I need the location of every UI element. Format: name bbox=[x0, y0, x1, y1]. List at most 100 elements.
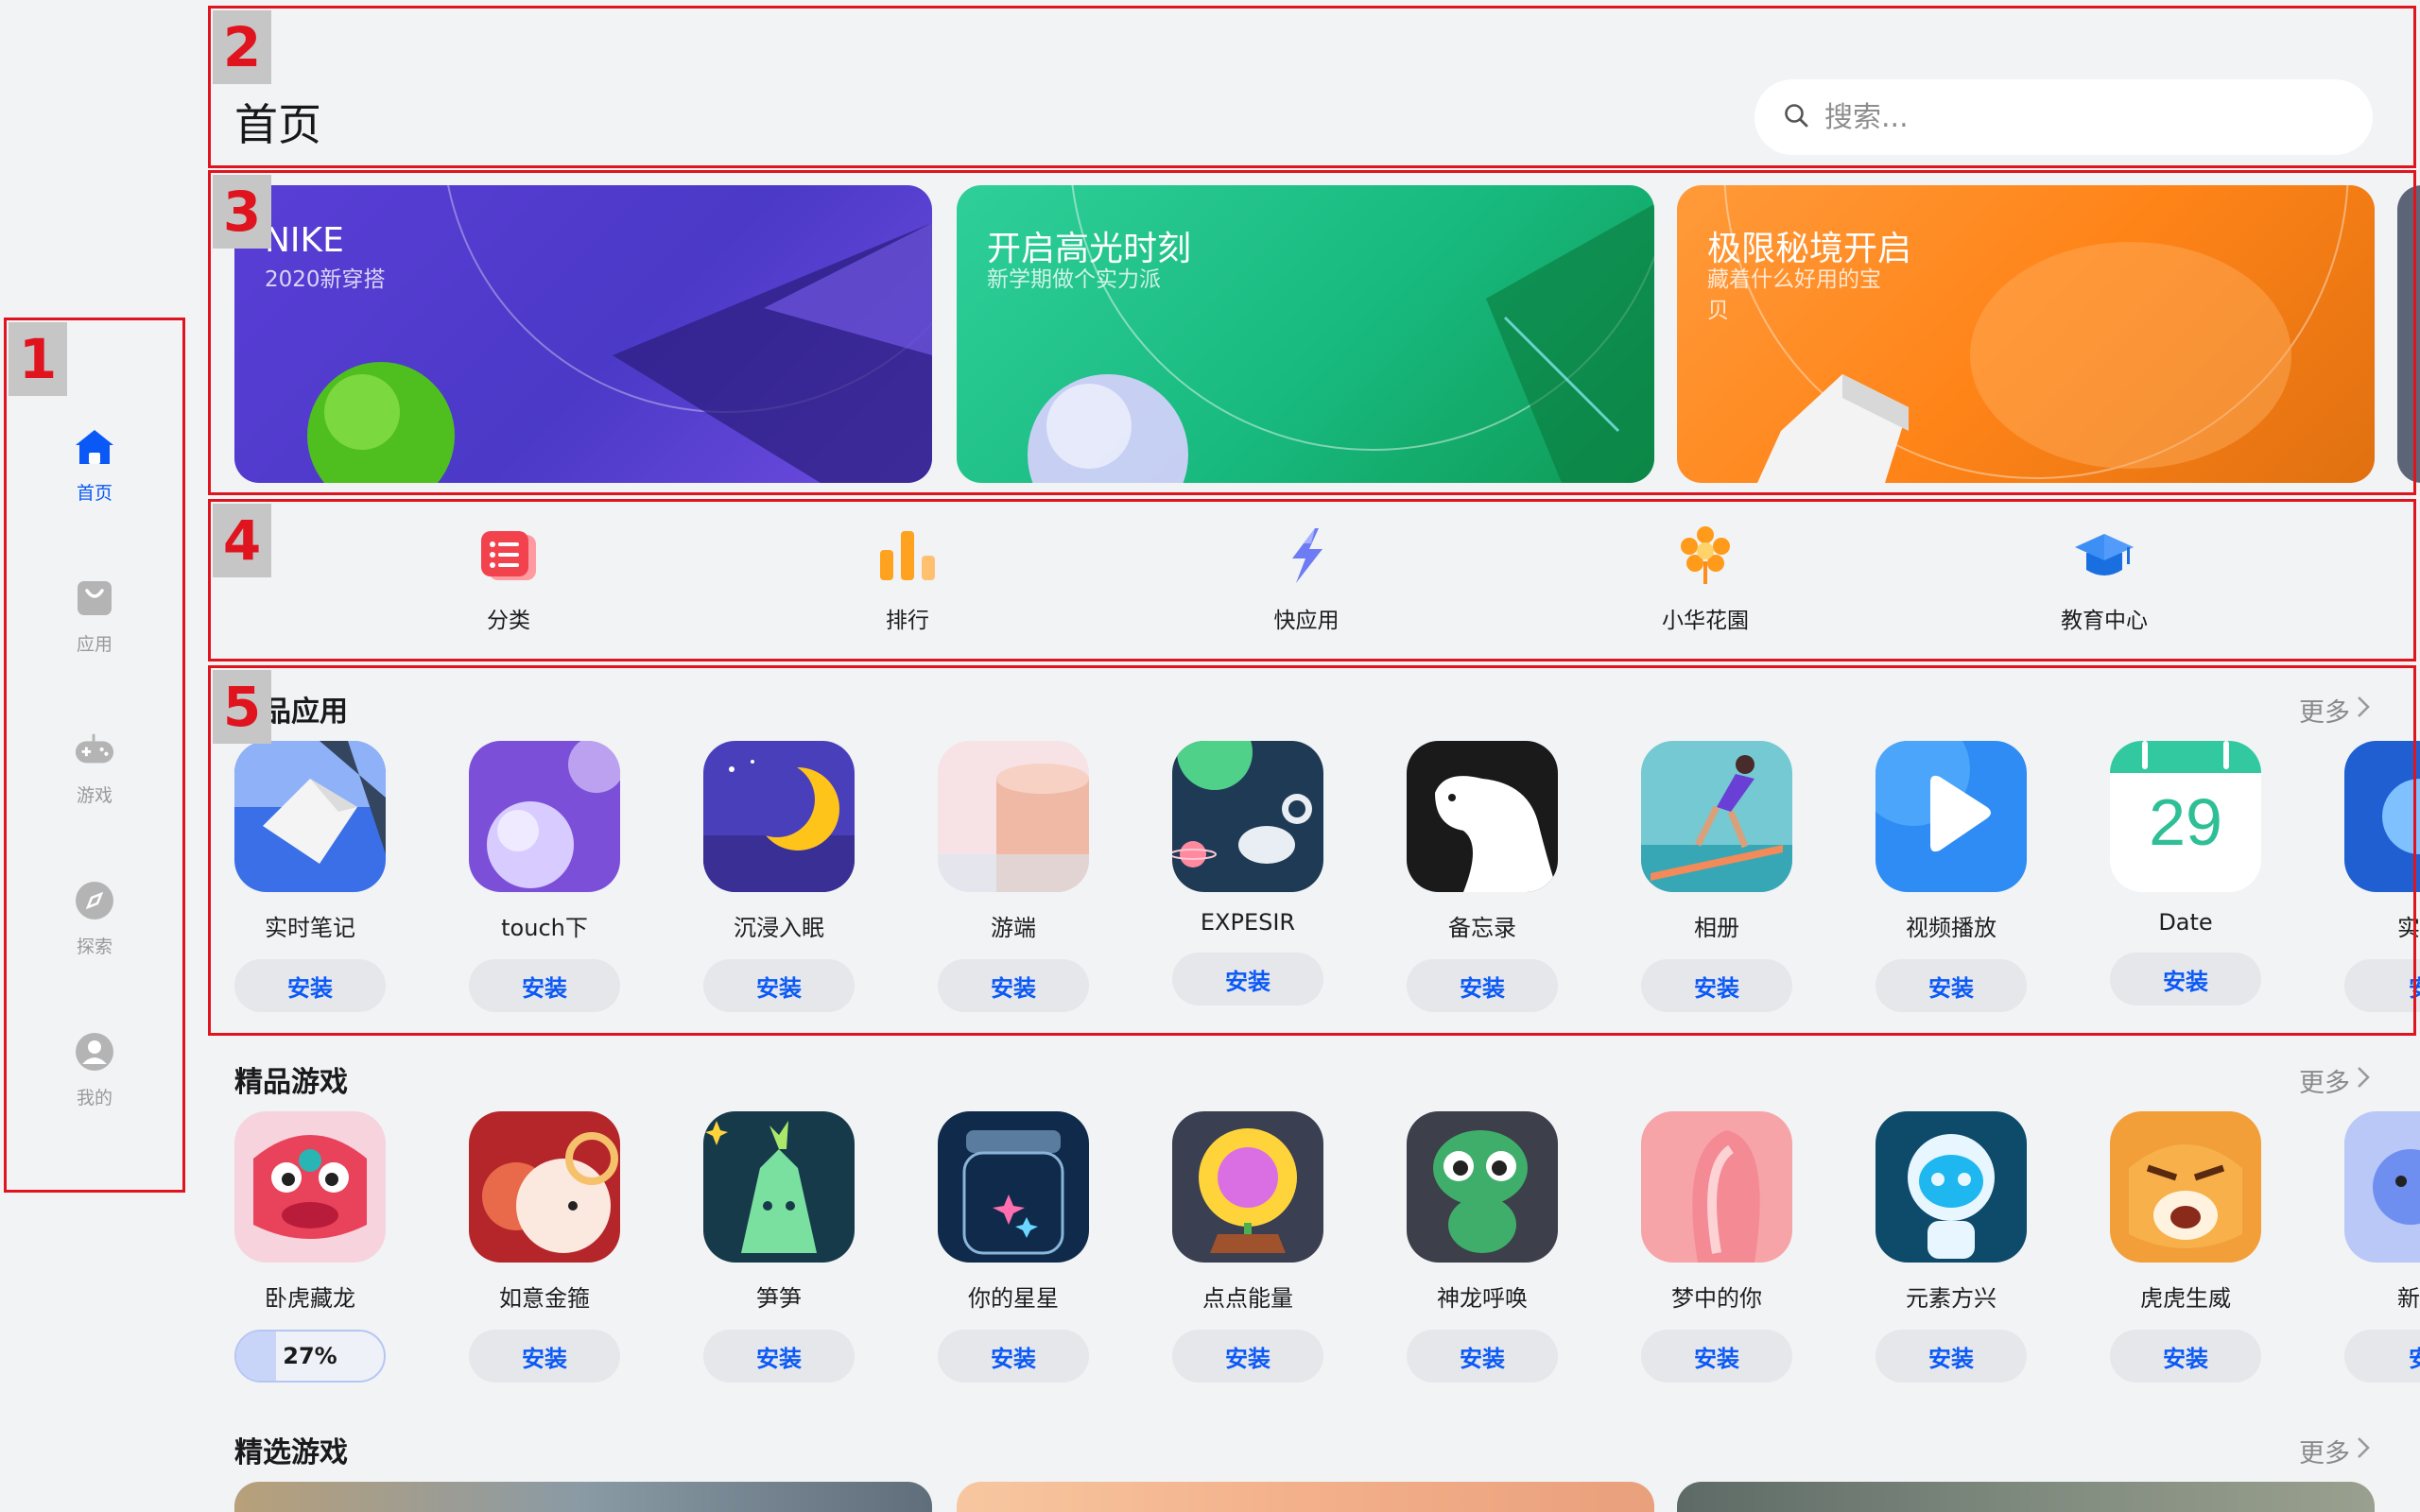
page-title: 首页 bbox=[234, 99, 321, 150]
install-button[interactable]: 安装 bbox=[1876, 1330, 2027, 1383]
install-button[interactable]: 安装 bbox=[469, 959, 620, 1012]
game-item: 神龙呼唤 安装 bbox=[1402, 1111, 1563, 1383]
note-app-icon[interactable] bbox=[234, 741, 386, 892]
sidebar-item-label: 游戏 bbox=[76, 784, 112, 806]
dream-game-icon[interactable] bbox=[1641, 1111, 1792, 1263]
game-item: 虎虎生威 安装 bbox=[2105, 1111, 2266, 1383]
sidebar-item-explore[interactable]: 探索 bbox=[9, 862, 180, 975]
app-name: Date bbox=[2158, 909, 2213, 936]
more-link-featured-apps[interactable]: 更多 bbox=[2299, 692, 2371, 729]
install-button[interactable]: 安装 bbox=[1641, 1330, 1792, 1383]
search-bar[interactable] bbox=[1754, 79, 2373, 155]
install-button[interactable]: 安装 bbox=[1407, 1330, 1558, 1383]
sidebar-item-games[interactable]: 游戏 bbox=[9, 711, 180, 824]
install-button[interactable]: 安装 bbox=[1876, 959, 2027, 1012]
game-item: 如意金箍 安装 bbox=[464, 1111, 625, 1383]
install-button[interactable]: 安装 bbox=[938, 959, 1089, 1012]
quick-entry-garden[interactable]: 小华花園 bbox=[1601, 524, 1809, 647]
astronaut-app-icon[interactable] bbox=[1172, 741, 1323, 892]
bag-icon bbox=[74, 577, 115, 619]
sunflower-game-icon[interactable] bbox=[1172, 1111, 1323, 1263]
video-play-app-icon[interactable] bbox=[1876, 741, 2027, 892]
game-item: 点点能量 安装 bbox=[1167, 1111, 1328, 1383]
star-jar-game-icon[interactable] bbox=[938, 1111, 1089, 1263]
app-item: 相册 安装 bbox=[1636, 741, 1797, 1012]
search-input[interactable] bbox=[1824, 100, 2316, 134]
home-icon bbox=[74, 426, 115, 468]
install-button[interactable]: 安 bbox=[2344, 959, 2420, 1012]
game-item: 卧虎藏龙 27% bbox=[230, 1111, 390, 1383]
sidebar-item-label: 探索 bbox=[76, 936, 112, 957]
more-link-featured-games[interactable]: 更多 bbox=[2299, 1062, 2371, 1099]
selected-game-card[interactable] bbox=[1677, 1482, 2375, 1512]
install-button[interactable]: 安装 bbox=[469, 1330, 620, 1383]
annotation-number: 2 bbox=[213, 10, 271, 84]
game-item: 笋笋 安装 bbox=[699, 1111, 859, 1383]
quick-entry-quick-apps[interactable]: 快应用 bbox=[1202, 524, 1410, 647]
install-button[interactable]: 安装 bbox=[2110, 953, 2261, 1005]
install-button[interactable]: 安装 bbox=[2110, 1330, 2261, 1383]
install-button[interactable]: 安装 bbox=[1407, 959, 1558, 1012]
quick-entry-label: 排行 bbox=[886, 609, 929, 633]
app-item: touch下 安装 bbox=[464, 741, 625, 1012]
more-label: 更多 bbox=[2299, 1439, 2350, 1469]
banner-title: 开启高光时刻 bbox=[987, 230, 1192, 268]
lion-dance-game-icon[interactable] bbox=[234, 1111, 386, 1263]
sidebar-item-me[interactable]: 我的 bbox=[9, 1013, 180, 1126]
app-name: 元素方兴 bbox=[1906, 1285, 1996, 1312]
quick-entry-ranking[interactable]: 排行 bbox=[804, 524, 1011, 647]
quick-entry-label: 快应用 bbox=[1273, 609, 1340, 633]
app-item: EXPESIR 安装 bbox=[1167, 741, 1328, 1005]
calendar-app-icon[interactable]: 29 bbox=[2110, 741, 2261, 892]
quick-entry-label: 分类 bbox=[487, 609, 530, 633]
house-game-icon[interactable] bbox=[2344, 1111, 2420, 1263]
graduation-cap-icon bbox=[2073, 524, 2135, 587]
calendar-date-number: 29 bbox=[2149, 785, 2222, 859]
moon-app-icon[interactable] bbox=[703, 741, 855, 892]
download-progress-button[interactable]: 27% bbox=[234, 1330, 386, 1383]
app-name: 笋笋 bbox=[756, 1285, 802, 1312]
more-label: 更多 bbox=[2299, 698, 2350, 728]
app-name: 沉浸入眠 bbox=[734, 915, 824, 941]
app-item: 备忘录 安装 bbox=[1402, 741, 1563, 1012]
chevron-right-icon bbox=[2350, 1435, 2371, 1468]
tiger-game-icon[interactable] bbox=[2110, 1111, 2261, 1263]
robot-monkey-game-icon[interactable] bbox=[1876, 1111, 2027, 1263]
install-button[interactable]: 安 bbox=[2344, 1330, 2420, 1383]
banner-highlight[interactable]: 开启高光时刻 新学期做个实力派 bbox=[957, 185, 1654, 483]
more-label: 更多 bbox=[2299, 1069, 2350, 1098]
blue-app-icon[interactable] bbox=[2344, 741, 2420, 892]
selected-game-card[interactable] bbox=[234, 1482, 932, 1512]
more-link-selected-games[interactable]: 更多 bbox=[2299, 1433, 2371, 1469]
banner-subtitle: 藏着什么好用的宝贝 bbox=[1707, 267, 1881, 323]
install-button[interactable]: 安装 bbox=[234, 959, 386, 1012]
cylinder-app-icon[interactable] bbox=[938, 741, 1089, 892]
install-button[interactable]: 安装 bbox=[1641, 959, 1792, 1012]
install-button[interactable]: 安装 bbox=[703, 959, 855, 1012]
chameleon-game-icon[interactable] bbox=[1407, 1111, 1558, 1263]
app-item: 沉浸入眠 安装 bbox=[699, 741, 859, 1012]
install-button[interactable]: 安装 bbox=[703, 1330, 855, 1383]
section-title-selected-games: 精选游戏 bbox=[234, 1436, 348, 1469]
bamboo-shoot-game-icon[interactable] bbox=[703, 1111, 855, 1263]
install-button[interactable]: 安装 bbox=[1172, 953, 1323, 1005]
surfer-app-icon[interactable] bbox=[1641, 741, 1792, 892]
quick-entry-education[interactable]: 教育中心 bbox=[2000, 524, 2208, 647]
app-name: touch下 bbox=[501, 915, 588, 941]
install-button[interactable]: 安装 bbox=[1172, 1330, 1323, 1383]
monkey-king-game-icon[interactable] bbox=[469, 1111, 620, 1263]
search-icon bbox=[1783, 102, 1809, 132]
banner-explore[interactable]: 极限秘境开启 藏着什么好用的宝贝 bbox=[1677, 185, 2375, 483]
install-button[interactable]: 安装 bbox=[938, 1330, 1089, 1383]
app-name: 实时 bbox=[2397, 915, 2420, 941]
gamepad-icon bbox=[74, 729, 115, 770]
bubble-app-icon[interactable] bbox=[469, 741, 620, 892]
sidebar-item-home[interactable]: 首页 bbox=[9, 408, 180, 522]
sidebar-item-apps[interactable]: 应用 bbox=[9, 559, 180, 673]
bear-app-icon[interactable] bbox=[1407, 741, 1558, 892]
selected-game-card[interactable] bbox=[957, 1482, 1654, 1512]
section-title-featured-apps: 精品应用 bbox=[234, 696, 348, 729]
quick-entry-category[interactable]: 分类 bbox=[405, 524, 613, 647]
app-name: EXPESIR bbox=[1200, 909, 1296, 936]
banner-nike[interactable]: NIKE 2020新穿搭 bbox=[234, 185, 932, 483]
